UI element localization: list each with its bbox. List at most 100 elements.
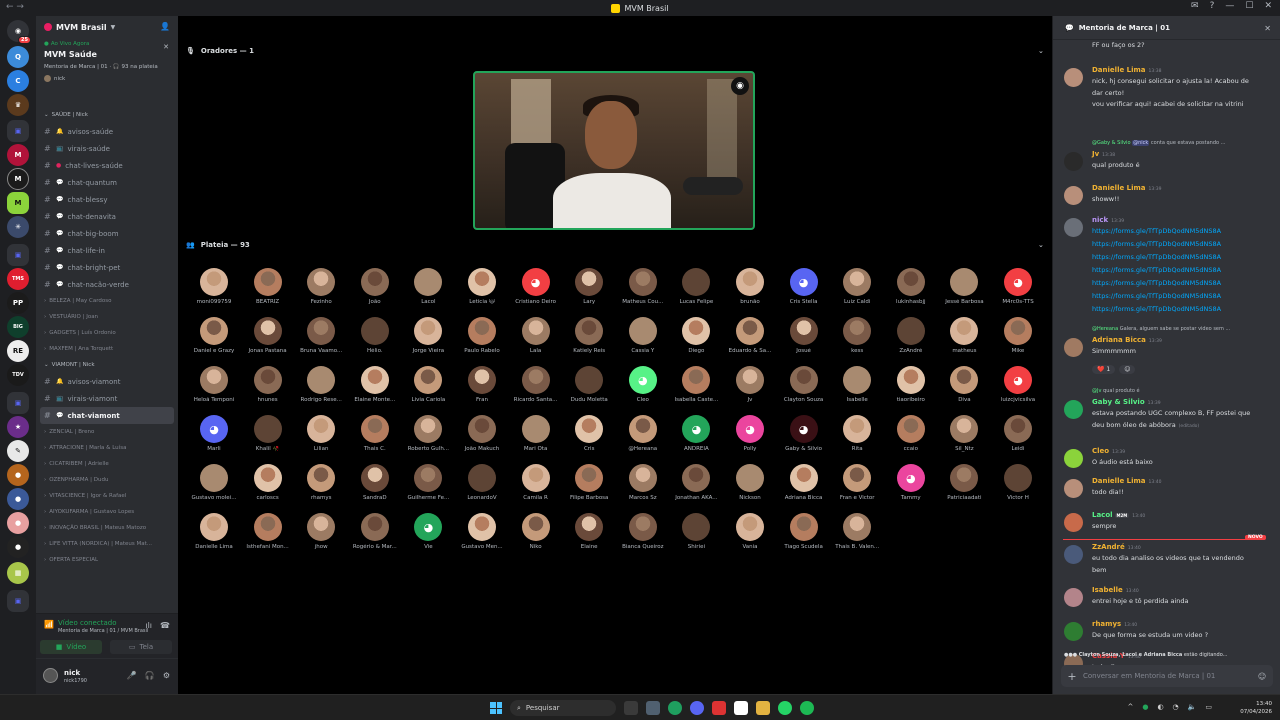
- channel-item[interactable]: # ● chat-lives-saúde: [36, 157, 178, 174]
- tray-app-icon[interactable]: ●: [1142, 703, 1148, 711]
- spotify-icon[interactable]: [800, 701, 814, 715]
- server-icon[interactable]: TDV: [7, 364, 29, 386]
- audience-member[interactable]: Thais B. Valen...: [830, 513, 884, 557]
- audience-member[interactable]: Lilian: [294, 415, 348, 459]
- audience-member[interactable]: Clayton Souza: [777, 366, 831, 410]
- signal-icon[interactable]: 📶: [44, 620, 54, 629]
- audience-member[interactable]: Heloá Temponi: [187, 366, 241, 410]
- audience-member[interactable]: Mike: [991, 317, 1045, 361]
- windows-start-icon[interactable]: [490, 702, 502, 714]
- avatar[interactable]: [1064, 449, 1083, 468]
- audience-member[interactable]: Vania: [723, 513, 777, 557]
- server-icon[interactable]: ●: [7, 512, 29, 534]
- audience-member[interactable]: Cris: [562, 415, 616, 459]
- audience-member[interactable]: Fran e Victor: [830, 464, 884, 508]
- audience-member[interactable]: Lary: [562, 268, 616, 312]
- channel-item[interactable]: # 💬 chat-nacão-verde: [36, 276, 178, 293]
- voice-status[interactable]: Vídeo conectado: [58, 619, 116, 627]
- audience-member[interactable]: Jv: [723, 366, 777, 410]
- message-author[interactable]: nick 13:39: [1092, 216, 1124, 224]
- taskbar-clock[interactable]: 13:40 07/04/2026: [1240, 700, 1272, 716]
- app-icon[interactable]: [712, 701, 726, 715]
- close-icon[interactable]: ✕: [1264, 24, 1271, 33]
- audience-member[interactable]: Adriana Bicca: [777, 464, 831, 508]
- audience-member[interactable]: Tiago Scudela: [777, 513, 831, 557]
- channel-item[interactable]: # 📺 virais-viamont: [36, 390, 178, 407]
- channel-item[interactable]: # 📺 virais-saúde: [36, 140, 178, 157]
- audience-member[interactable]: hnunes: [241, 366, 295, 410]
- audience-member[interactable]: Paulo Rabelo: [455, 317, 509, 361]
- audience-member[interactable]: Bianca Queiroz: [616, 513, 670, 557]
- help-icon[interactable]: ?: [1210, 1, 1215, 11]
- maximize-button[interactable]: ☐: [1245, 1, 1253, 11]
- folder-icon[interactable]: ▣: [7, 244, 29, 266]
- audience-member[interactable]: Fezinho: [294, 268, 348, 312]
- channel-category[interactable]: › INOVAÇÃO BRASIL | Mateus Matozo: [36, 520, 178, 536]
- audience-member[interactable]: Rogério & Mar...: [348, 513, 402, 557]
- audience-member[interactable]: Guilherme Fe...: [401, 464, 455, 508]
- audience-member[interactable]: carloscs: [241, 464, 295, 508]
- server-icon[interactable]: BIG: [7, 316, 29, 338]
- audience-member[interactable]: Filipe Barbosa: [562, 464, 616, 508]
- avatar[interactable]: [1064, 68, 1083, 87]
- audience-member[interactable]: Jonathan AKA...: [669, 464, 723, 508]
- audience-member[interactable]: ◕ ANDREIA: [669, 415, 723, 459]
- speaker-video-tile[interactable]: ◉: [473, 71, 755, 230]
- channel-category[interactable]: › MAXFEM | Ana Torquett: [36, 341, 178, 357]
- avatar[interactable]: [1064, 622, 1083, 641]
- audience-member[interactable]: ◕ Marli: [187, 415, 241, 459]
- channel-item[interactable]: # 💬 chat-life-in: [36, 242, 178, 259]
- inbox-icon[interactable]: ✉: [1191, 1, 1199, 11]
- channel-category[interactable]: › OZENPHARMA | Dudu: [36, 472, 178, 488]
- avatar[interactable]: [1064, 152, 1083, 171]
- channel-category[interactable]: ⌄ SAÚDE | Nick: [36, 107, 178, 123]
- channel-item[interactable]: # 💬 chat-denavita: [36, 208, 178, 225]
- live-event-card[interactable]: ● Ao Vivo Agora MVM Saúde Mentoria de Mar…: [36, 38, 178, 85]
- emoji-icon[interactable]: ☺: [1251, 672, 1273, 681]
- server-icon[interactable]: M: [7, 192, 29, 214]
- message-author[interactable]: Adriana Bicca 13:39: [1092, 336, 1162, 344]
- audience-member[interactable]: matheus: [937, 317, 991, 361]
- message-author[interactable]: Gaby & Silvio 13:39: [1092, 398, 1161, 406]
- server-icon[interactable]: ●: [7, 536, 29, 558]
- notion-icon[interactable]: [734, 701, 748, 715]
- reply-preview[interactable]: @Hereana Galera, alguem sabe se postar v…: [1092, 326, 1230, 332]
- audience-member[interactable]: Hélio.: [348, 317, 402, 361]
- mention[interactable]: @nick: [1132, 140, 1150, 146]
- message-link[interactable]: https://forms.gle/TfTpDbQodNM5dNS8A: [1092, 239, 1221, 250]
- audience-member[interactable]: Mari Ota: [509, 415, 563, 459]
- task-view-icon[interactable]: [624, 701, 638, 715]
- channel-category[interactable]: › ATTRACIONE | Marla & Luísa: [36, 440, 178, 456]
- audience-member[interactable]: João: [348, 268, 402, 312]
- video-button[interactable]: ■ Vídeo: [40, 640, 102, 654]
- audience-member[interactable]: tiaoribeiro: [884, 366, 938, 410]
- battery-icon[interactable]: ▭: [1205, 703, 1212, 711]
- audience-member[interactable]: rhamys: [294, 464, 348, 508]
- audience-member[interactable]: Dudu Moletta: [562, 366, 616, 410]
- server-icon[interactable]: C: [7, 70, 29, 92]
- channel-item[interactable]: # 🔔 avisos-saúde: [36, 123, 178, 140]
- message-link[interactable]: https://forms.gle/TfTpDbQodNM5dNS8A: [1092, 304, 1221, 315]
- audience-member[interactable]: Sil_Ntz: [937, 415, 991, 459]
- audience-member[interactable]: Josué: [777, 317, 831, 361]
- audience-member[interactable]: Luiz Caldi: [830, 268, 884, 312]
- server-icon[interactable]: ★: [7, 416, 29, 438]
- audience-member[interactable]: ccaio: [884, 415, 938, 459]
- server-icon[interactable]: ✳: [7, 216, 29, 238]
- message-author[interactable]: Danielle Lima 13:39: [1092, 184, 1162, 192]
- invite-people-icon[interactable]: 👤: [160, 22, 170, 31]
- chrome-icon[interactable]: [668, 701, 682, 715]
- audience-member[interactable]: ◕ luizcjvicsilva: [991, 366, 1045, 410]
- minimize-button[interactable]: —: [1225, 1, 1234, 11]
- channel-category[interactable]: › BELEZA | May Cardoso: [36, 293, 178, 309]
- channel-category[interactable]: › GADGETS | Luís Ordonio: [36, 325, 178, 341]
- server-icon[interactable]: ♛: [7, 94, 29, 116]
- audience-member[interactable]: BEATRIZ: [241, 268, 295, 312]
- audience-member[interactable]: Isabelle: [830, 366, 884, 410]
- microphone-icon[interactable]: 🎤: [127, 671, 137, 680]
- avatar[interactable]: [1064, 479, 1083, 498]
- speaker-icon[interactable]: 🔈: [1188, 703, 1197, 711]
- audience-member[interactable]: Diva: [937, 366, 991, 410]
- avatar[interactable]: [1064, 218, 1083, 237]
- audience-member[interactable]: SandraD: [348, 464, 402, 508]
